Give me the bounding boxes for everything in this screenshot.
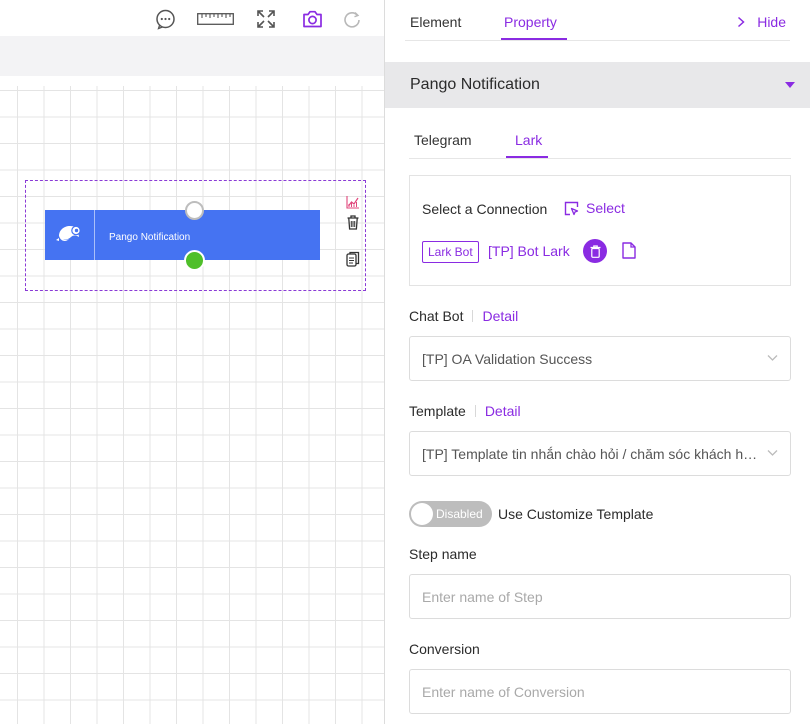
- node-output-handle[interactable]: [184, 250, 205, 271]
- tab-property[interactable]: Property: [504, 14, 557, 30]
- trash-icon[interactable]: [345, 214, 361, 230]
- chevron-down-icon: [767, 355, 778, 361]
- pango-notification-node[interactable]: Pango Notification: [45, 210, 320, 260]
- camera-icon[interactable]: [301, 8, 323, 30]
- chat-bot-select[interactable]: [TP] OA Validation Success: [409, 336, 791, 381]
- chevron-down-icon: [767, 450, 778, 456]
- trash-icon: [590, 244, 600, 258]
- chat-bot-detail-link[interactable]: Detail: [482, 308, 518, 324]
- conversion-label: Conversion: [409, 641, 480, 657]
- section-header[interactable]: Pango Notification: [385, 62, 810, 108]
- chat-bot-label-row: Chat Bot Detail: [409, 308, 518, 324]
- template-detail-link[interactable]: Detail: [485, 403, 521, 419]
- customize-template-label: Use Customize Template: [498, 506, 654, 522]
- tab-lark[interactable]: Lark: [515, 132, 542, 148]
- copy-icon[interactable]: [345, 251, 361, 267]
- bot-type-tag: Lark Bot: [422, 241, 479, 263]
- template-select[interactable]: [TP] Template tin nhắn chào hỏi / chăm s…: [409, 431, 791, 476]
- hide-panel-button[interactable]: Hide: [737, 14, 786, 30]
- flow-canvas[interactable]: Pango Notification: [0, 0, 384, 724]
- label-separator: [474, 405, 476, 417]
- select-cursor-icon: [564, 201, 579, 215]
- customize-template-toggle[interactable]: Disabled: [409, 501, 492, 527]
- remove-connection-button[interactable]: [583, 239, 607, 263]
- template-value: [TP] Template tin nhắn chào hỏi / chăm s…: [422, 445, 764, 462]
- caret-down-icon: [785, 82, 795, 88]
- chat-bot-value: [TP] OA Validation Success: [422, 350, 593, 367]
- comment-icon[interactable]: [154, 8, 176, 30]
- section-title: Pango Notification: [410, 76, 540, 93]
- tab-element[interactable]: Element: [410, 14, 461, 30]
- bot-name[interactable]: [TP] Bot Lark: [488, 243, 570, 259]
- refresh-icon[interactable]: [342, 8, 362, 30]
- panel-tabs: Element Property Hide: [405, 0, 790, 41]
- step-name-label: Step name: [409, 546, 477, 562]
- pango-logo-icon: [45, 210, 95, 260]
- connection-box: Select a Connection Select Lark Bot [TP]…: [409, 175, 791, 286]
- toggle-state-text: Disabled: [436, 507, 483, 521]
- node-title: Pango Notification: [109, 231, 191, 243]
- chart-icon[interactable]: [345, 194, 361, 210]
- hide-label: Hide: [757, 14, 786, 30]
- document-icon[interactable]: [622, 242, 636, 264]
- template-label-row: Template Detail: [409, 403, 521, 419]
- property-panel: Element Property Hide Pango Notification…: [385, 0, 810, 724]
- connection-label: Select a Connection: [422, 201, 548, 217]
- chat-bot-label: Chat Bot: [409, 308, 464, 324]
- canvas-toolbar: [0, 0, 384, 36]
- ruler-icon[interactable]: [196, 8, 234, 30]
- select-label: Select: [586, 200, 625, 216]
- conversion-input[interactable]: [409, 669, 791, 714]
- select-connection-button[interactable]: Select: [564, 200, 625, 216]
- label-separator: [472, 310, 474, 322]
- tab-telegram[interactable]: Telegram: [414, 132, 472, 148]
- active-subtab-indicator: [506, 156, 548, 158]
- toggle-knob: [411, 503, 433, 525]
- template-label: Template: [409, 403, 466, 419]
- channel-tabs: Telegram Lark: [409, 128, 791, 159]
- canvas-header-strip: [0, 36, 384, 76]
- fullscreen-icon[interactable]: [256, 8, 276, 30]
- chevron-right-icon: [738, 16, 745, 28]
- active-tab-indicator: [501, 38, 567, 40]
- node-input-handle[interactable]: [185, 201, 204, 220]
- step-name-input[interactable]: [409, 574, 791, 619]
